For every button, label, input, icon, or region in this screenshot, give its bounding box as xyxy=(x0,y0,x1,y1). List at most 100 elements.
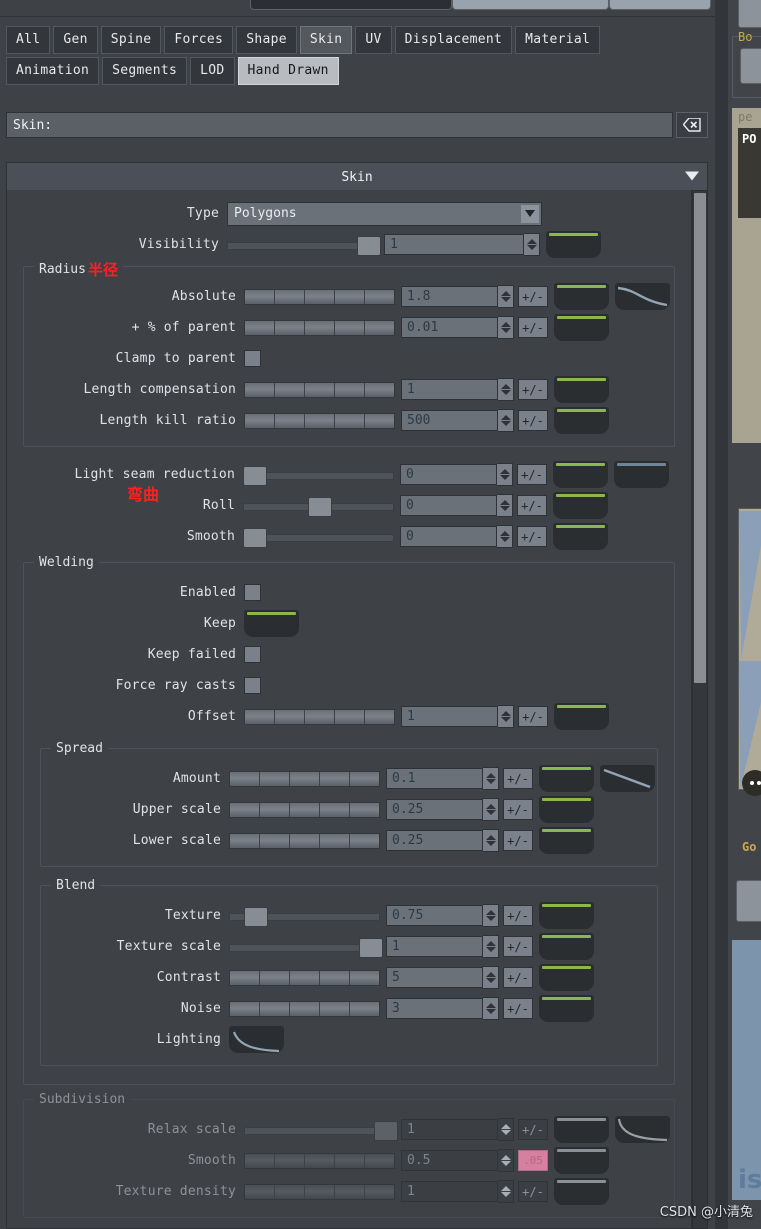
tab-forces[interactable]: Forces xyxy=(164,26,234,54)
panel-scrollbar[interactable] xyxy=(692,190,708,1229)
adjacent-button-3[interactable] xyxy=(736,880,761,922)
slider-knob[interactable] xyxy=(243,465,267,486)
spread-lower-scale-stepper[interactable] xyxy=(483,829,499,852)
chevron-down-icon[interactable] xyxy=(685,170,699,185)
smooth-seam-slider[interactable] xyxy=(243,527,394,548)
smooth-seam-value-input[interactable]: 0 xyxy=(400,526,497,547)
toolbar-pill-1[interactable] xyxy=(250,0,452,10)
spread-upper-scale-stepper[interactable] xyxy=(483,798,499,821)
slider-knob[interactable] xyxy=(307,496,332,517)
smooth-seam-stepper[interactable] xyxy=(497,525,513,548)
length-kill-ratio-value-input[interactable]: 500 xyxy=(401,410,498,431)
blend-noise-plusminus-button[interactable]: +/- xyxy=(503,998,533,1019)
spread-lower-scale-value-input[interactable]: 0.25 xyxy=(386,830,483,851)
welding-offset-stepper[interactable] xyxy=(498,705,514,728)
blend-lighting-curve-button[interactable] xyxy=(229,1026,284,1053)
absolute-anim-button[interactable] xyxy=(554,283,609,310)
absolute-curve-button[interactable] xyxy=(615,283,670,310)
blend-contrast-slider[interactable] xyxy=(229,969,380,986)
smooth-seam-plusminus-button[interactable]: +/- xyxy=(517,526,547,547)
visibility-value-input[interactable]: 1 xyxy=(384,234,524,255)
spread-upper-scale-slider[interactable] xyxy=(229,801,380,818)
spread-amount-stepper[interactable] xyxy=(483,767,499,790)
light-seam-reduction-stepper[interactable] xyxy=(497,463,513,486)
blend-texture-scale-anim-button[interactable] xyxy=(539,933,594,960)
tab-spine[interactable]: Spine xyxy=(100,26,162,54)
spread-upper-scale-anim-button[interactable] xyxy=(539,796,594,823)
percent-parent-stepper[interactable] xyxy=(498,316,514,339)
spread-lower-scale-slider[interactable] xyxy=(229,832,380,849)
visibility-stepper[interactable] xyxy=(524,233,540,256)
blend-texture-scale-stepper[interactable] xyxy=(483,935,499,958)
blend-texture-stepper[interactable] xyxy=(483,904,499,927)
absolute-value-input[interactable]: 1.8 xyxy=(401,286,498,307)
skin-panel-header[interactable]: Skin xyxy=(6,162,708,192)
clear-x-icon[interactable] xyxy=(676,112,708,138)
blend-texture-scale-slider[interactable] xyxy=(229,937,383,958)
blend-texture-value-input[interactable]: 0.75 xyxy=(386,905,483,926)
smooth-seam-anim-button[interactable] xyxy=(553,523,608,550)
chevron-down-icon[interactable] xyxy=(521,204,539,223)
tab-gen[interactable]: Gen xyxy=(53,26,98,54)
blend-texture-slider[interactable] xyxy=(229,906,380,927)
clamp-to-parent-checkbox[interactable] xyxy=(244,350,261,367)
toolbar-pill-2[interactable] xyxy=(452,0,609,10)
welding-force-ray-casts-checkbox[interactable] xyxy=(244,677,261,694)
length-compensation-plusminus-button[interactable]: +/- xyxy=(518,379,548,400)
percent-parent-plusminus-button[interactable]: +/- xyxy=(518,317,548,338)
welding-offset-plusminus-button[interactable]: +/- xyxy=(518,706,548,727)
percent-parent-value-input[interactable]: 0.01 xyxy=(401,317,498,338)
light-seam-reduction-anim-button[interactable] xyxy=(553,461,608,488)
spread-lower-scale-plusminus-button[interactable]: +/- xyxy=(503,830,533,851)
welding-offset-value-input[interactable]: 1 xyxy=(401,706,498,727)
length-kill-ratio-stepper[interactable] xyxy=(498,409,514,432)
blend-texture-scale-value-input[interactable]: 1 xyxy=(386,936,483,957)
blend-contrast-anim-button[interactable] xyxy=(539,964,594,991)
blend-texture-plusminus-button[interactable]: +/- xyxy=(503,905,533,926)
tab-displacement[interactable]: Displacement xyxy=(394,26,513,54)
roll-anim-button[interactable] xyxy=(553,492,608,519)
roll-slider[interactable] xyxy=(243,496,394,517)
search-input[interactable]: Skin: xyxy=(6,112,673,138)
length-compensation-slider[interactable] xyxy=(244,381,395,398)
spread-amount-anim-button[interactable] xyxy=(539,765,594,792)
toolbar-pill-3[interactable] xyxy=(609,0,711,10)
adjacent-button-2[interactable] xyxy=(740,48,761,84)
roll-plusminus-button[interactable]: +/- xyxy=(517,495,547,516)
tab-segments[interactable]: Segments xyxy=(102,57,188,85)
adjacent-more-options-icon[interactable] xyxy=(742,770,761,796)
tab-skin[interactable]: Skin xyxy=(299,26,353,54)
panel-scrollbar-thumb[interactable] xyxy=(694,193,706,683)
tab-uv[interactable]: UV xyxy=(355,26,392,54)
spread-amount-value-input[interactable]: 0.1 xyxy=(386,768,483,789)
visibility-slider[interactable] xyxy=(227,235,381,256)
spread-amount-curve-button[interactable] xyxy=(600,765,655,792)
welding-offset-slider[interactable] xyxy=(244,708,395,725)
length-compensation-value-input[interactable]: 1 xyxy=(401,379,498,400)
spread-upper-scale-plusminus-button[interactable]: +/- xyxy=(503,799,533,820)
absolute-slider[interactable] xyxy=(244,288,395,305)
blend-noise-stepper[interactable] xyxy=(483,997,499,1020)
visibility-anim-button[interactable] xyxy=(546,231,601,258)
welding-keep-anim-button[interactable] xyxy=(244,610,299,637)
slider-knob[interactable] xyxy=(244,906,269,927)
percent-parent-anim-button[interactable] xyxy=(554,314,609,341)
slider-knob[interactable] xyxy=(356,235,381,256)
tab-material[interactable]: Material xyxy=(515,26,601,54)
blend-noise-anim-button[interactable] xyxy=(539,995,594,1022)
length-compensation-stepper[interactable] xyxy=(498,378,514,401)
welding-offset-anim-button[interactable] xyxy=(554,703,609,730)
slider-knob[interactable] xyxy=(243,527,267,548)
tab-animation[interactable]: Animation xyxy=(6,57,100,85)
tab-all[interactable]: All xyxy=(6,26,51,54)
welding-keep-failed-checkbox[interactable] xyxy=(244,646,261,663)
blend-contrast-stepper[interactable] xyxy=(483,966,499,989)
slider-knob[interactable] xyxy=(358,937,383,958)
length-compensation-anim-button[interactable] xyxy=(554,376,609,403)
light-seam-reduction-slider[interactable] xyxy=(243,465,394,486)
tab-hand-drawn[interactable]: Hand Drawn xyxy=(237,57,339,85)
percent-parent-slider[interactable] xyxy=(244,319,395,336)
spread-amount-slider[interactable] xyxy=(229,770,380,787)
length-kill-ratio-plusminus-button[interactable]: +/- xyxy=(518,410,548,431)
blend-noise-value-input[interactable]: 3 xyxy=(386,998,483,1019)
